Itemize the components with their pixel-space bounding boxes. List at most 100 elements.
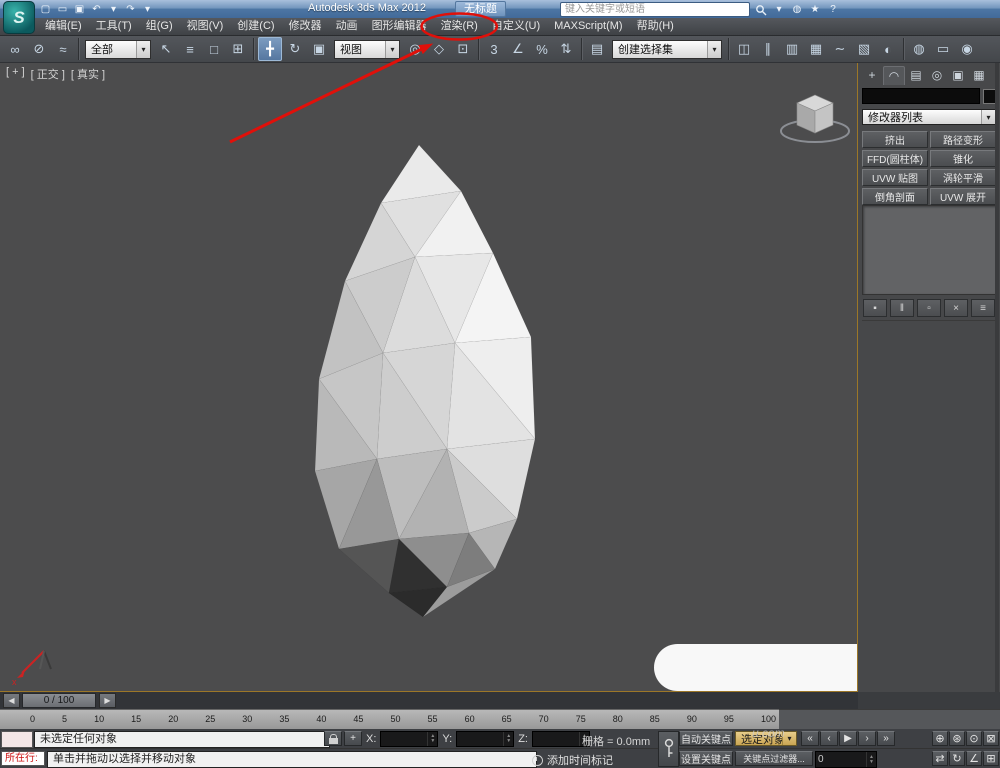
search-dropdown-icon[interactable]: ▾ [772,3,786,17]
object-name-field[interactable] [862,88,980,104]
x-field[interactable] [381,732,427,746]
undo-dropdown-icon[interactable]: ▾ [106,2,121,16]
play-button[interactable]: ▶ [839,731,857,746]
app-logo[interactable]: S [3,1,35,34]
redo-icon[interactable]: ↷ [123,2,138,16]
snap-toggle-3d-icon[interactable]: 3 [483,38,505,60]
viewport-view-label[interactable]: [ 正交 ] [31,66,65,82]
named-selection-sets-dropdown[interactable]: 创建选择集▾ [612,40,722,59]
render-setup-icon[interactable]: ◍ [908,38,930,60]
selection-lock-icon[interactable] [324,731,342,746]
selection-filter-dropdown[interactable]: 全部▾ [85,40,151,59]
select-object-icon[interactable]: ↖ [155,38,177,60]
zoom-extents-icon[interactable]: ⊙ [966,731,982,746]
viewcube[interactable] [775,87,855,150]
edit-named-selection-sets-icon[interactable]: ▤ [586,38,608,60]
go-to-end-button[interactable]: » [877,731,895,746]
menu-tools[interactable]: 工具(T) [89,18,139,35]
favorites-icon[interactable]: ★ [808,3,822,17]
menu-maxscript[interactable]: MAXScript(M) [547,18,629,35]
frame-spinner[interactable]: ▲▼ [866,752,876,767]
track-bar-ruler[interactable]: 0510152025303540455055606570758085909510… [0,709,779,729]
align-icon[interactable]: ∥ [757,38,779,60]
unlink-selection-icon[interactable]: ⊘ [28,38,50,60]
tab-modify[interactable]: ◠ [883,66,905,85]
mirror-icon[interactable]: ◫ [733,38,755,60]
y-spinner[interactable]: ▲▼ [503,732,513,746]
maxscript-mini-listener-label[interactable]: 所在行: [1,751,45,766]
pan-icon[interactable]: ⇄ [932,751,948,766]
z-field[interactable] [533,732,579,746]
open-file-icon[interactable]: ▭ [55,2,70,16]
save-file-icon[interactable]: ▣ [72,2,87,16]
tab-create[interactable]: + [862,66,882,84]
current-frame-field[interactable] [816,752,866,767]
set-key-button[interactable]: 设置关键点 [679,751,733,766]
set-key-mode-key-icon[interactable] [658,731,679,767]
modifier-unwrap-uvw-button[interactable]: UVW 展开 [930,188,996,205]
make-unique-icon[interactable]: ▫ [917,299,941,317]
tab-hierarchy[interactable]: ▤ [906,66,926,84]
go-to-start-button[interactable]: « [801,731,819,746]
tab-display[interactable]: ▣ [948,66,968,84]
schematic-view-icon[interactable]: ▧ [853,38,875,60]
next-frame-button[interactable]: › [858,731,876,746]
auto-key-button[interactable]: 自动关键点 [679,731,733,746]
add-time-tag[interactable]: 添加时间标记 [532,752,613,768]
modifier-taper-button[interactable]: 锥化 [930,150,996,167]
percent-snap-icon[interactable]: % [531,38,553,60]
modifier-stack-list[interactable] [862,205,998,295]
communication-center-icon[interactable]: ◍ [790,3,804,17]
new-scene-icon[interactable]: ▢ [38,2,53,16]
menu-views[interactable]: 视图(V) [180,18,231,35]
field-of-view-icon[interactable]: ∠ [966,751,982,766]
maxscript-mini-listener-top[interactable] [1,731,33,748]
select-and-link-icon[interactable]: ∞ [4,38,26,60]
y-field[interactable] [457,732,503,746]
modifier-ffd-cylinder-button[interactable]: FFD(圆柱体) [862,150,928,167]
previous-frame-button[interactable]: ‹ [820,731,838,746]
configure-modifier-sets-icon[interactable]: ≡ [971,299,995,317]
reference-coordinate-dropdown[interactable]: 视图▾ [334,40,400,59]
orbit-icon[interactable]: ↻ [949,751,965,766]
x-spinner[interactable]: ▲▼ [427,732,437,746]
previous-frame-arrow[interactable]: ◀ [3,693,20,708]
menu-group[interactable]: 组(G) [139,18,180,35]
menu-modifiers[interactable]: 修改器 [282,18,329,35]
bind-to-space-warp-icon[interactable]: ≈ [52,38,74,60]
menu-help[interactable]: 帮助(H) [630,18,681,35]
menu-graph-editors[interactable]: 图形编辑器 [365,18,434,35]
select-by-name-icon[interactable]: ≡ [179,38,201,60]
redo-dropdown-icon[interactable]: ▾ [140,2,155,16]
zoom-extents-all-icon[interactable]: ⊠ [983,731,999,746]
select-and-rotate-icon[interactable]: ↻ [284,38,306,60]
help-icon[interactable]: ? [826,3,840,17]
select-and-scale-icon[interactable]: ▣ [308,38,330,60]
viewport-pov-label[interactable]: [ + ] [6,66,25,82]
use-pivot-center-icon[interactable]: ◎ [404,38,426,60]
render-production-icon[interactable]: ◉ [956,38,978,60]
viewport[interactable]: [ + ] [ 正交 ] [ 真实 ] [0,63,858,692]
rendered-frame-window-icon[interactable]: ▭ [932,38,954,60]
absolute-mode-icon[interactable]: + [344,731,362,746]
menu-customize[interactable]: 自定义(U) [485,18,547,35]
menu-rendering[interactable]: 渲染(R) [434,18,485,35]
layer-manager-icon[interactable]: ▥ [781,38,803,60]
time-slider-track[interactable]: ◀ 0 / 100 ▶ [0,692,858,710]
window-crossing-icon[interactable]: ⊞ [227,38,249,60]
angle-snap-icon[interactable]: ∠ [507,38,529,60]
tab-motion[interactable]: ◎ [927,66,947,84]
search-input[interactable] [560,2,750,17]
modifier-bevel-profile-button[interactable]: 倒角剖面 [862,188,928,205]
graphite-ribbon-icon[interactable]: ▦ [805,38,827,60]
pin-stack-icon[interactable]: ▪ [863,299,887,317]
time-slider-handle[interactable]: 0 / 100 [22,693,96,708]
menu-animation[interactable]: 动画 [329,18,365,35]
spinner-snap-icon[interactable]: ⇅ [555,38,577,60]
model-object[interactable] [297,141,547,623]
next-frame-arrow[interactable]: ▶ [99,693,116,708]
undo-icon[interactable]: ↶ [89,2,104,16]
modifier-path-deform-button[interactable]: 路径变形 [930,131,996,148]
zoom-icon[interactable]: ⊕ [932,731,948,746]
show-end-result-icon[interactable]: ‖ [890,299,914,317]
